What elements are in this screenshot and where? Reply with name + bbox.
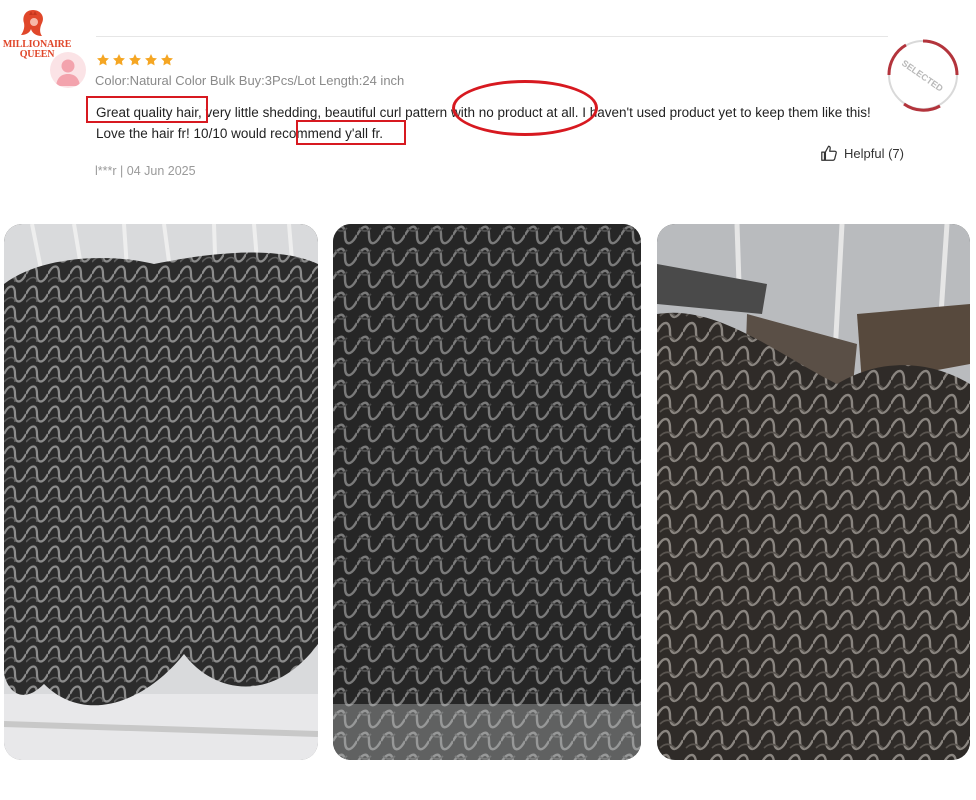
star-icon xyxy=(113,54,125,66)
highlight-box-recommend xyxy=(296,120,406,145)
review-photo-3[interactable] xyxy=(657,224,970,760)
helpful-button[interactable]: Helpful (7) xyxy=(820,144,904,162)
review-photo-1[interactable] xyxy=(4,224,318,760)
helpful-label: Helpful (7) xyxy=(844,145,904,161)
highlight-ellipse-no-product xyxy=(452,80,598,136)
selected-stamp: SELECTED xyxy=(887,39,959,112)
queen-head-icon xyxy=(21,10,43,36)
user-avatar-icon xyxy=(56,59,80,86)
review-date: 04 Jun 2025 xyxy=(126,164,196,178)
star-rating xyxy=(96,53,174,69)
review-meta: l***r | 04 Jun 2025 xyxy=(95,164,196,178)
star-icon xyxy=(145,54,157,66)
variant-info: Color:Natural Color Bulk Buy:3Pcs/Lot Le… xyxy=(95,73,405,88)
star-icon xyxy=(161,54,173,66)
hair-photo-closeup xyxy=(333,224,641,760)
star-icon xyxy=(129,54,141,66)
thumbs-up-icon xyxy=(821,145,837,161)
hair-photo-hangers xyxy=(657,224,970,760)
avatar xyxy=(50,52,86,88)
review-photo-2[interactable] xyxy=(333,224,641,760)
review-author: l***r xyxy=(95,164,117,178)
hair-photo-rack xyxy=(4,224,318,760)
highlight-box-great-quality xyxy=(86,96,208,123)
divider xyxy=(96,36,888,37)
star-icon xyxy=(97,54,109,66)
